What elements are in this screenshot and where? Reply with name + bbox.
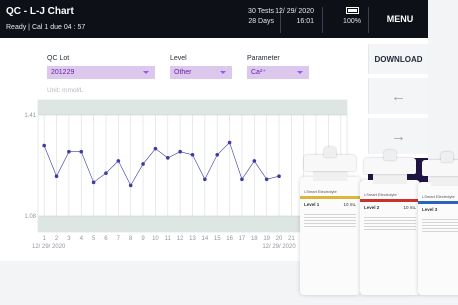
data-point	[227, 140, 232, 145]
upper-limit-band	[38, 100, 347, 115]
bottle-cap	[304, 155, 356, 171]
bottle-fine-print	[304, 214, 356, 228]
x-tick-label: 20	[276, 236, 283, 242]
data-point	[42, 143, 46, 148]
download-button[interactable]: DOWNLOAD	[368, 44, 428, 74]
x-end-date: 12/ 29/ 2020	[262, 244, 296, 250]
x-tick-label: 8	[129, 236, 133, 242]
x-tick-label: 1	[43, 236, 47, 242]
x-tick-label: 15	[214, 236, 221, 242]
control-bottle: i-Smart Electrolyte Level 2 10 mL	[360, 150, 420, 295]
x-tick-label: 13	[189, 236, 196, 242]
data-point	[178, 149, 182, 154]
x-tick-label: 21	[288, 236, 295, 242]
y-tick-label: 1.41	[24, 113, 36, 119]
data-point	[67, 149, 71, 154]
arrow-left-icon: ←	[391, 87, 406, 105]
x-tick-label: 6	[104, 236, 108, 242]
data-point	[141, 162, 145, 166]
bottle-stripe	[300, 196, 360, 199]
data-point	[79, 149, 84, 154]
bottle-volume: 10 mL	[403, 205, 416, 210]
data-point	[153, 146, 158, 151]
prev-page-button[interactable]: ←	[368, 78, 428, 114]
data-point	[190, 152, 195, 157]
x-tick-label: 9	[141, 236, 145, 242]
data-point	[240, 177, 244, 182]
data-point	[277, 174, 281, 179]
data-point	[215, 152, 220, 157]
bottle-body: i-Smart Electrolyte Level 1 10 mL	[300, 177, 360, 295]
x-tick-label: 14	[202, 236, 209, 242]
x-tick-label: 11	[165, 236, 172, 242]
bottle-fine-print	[422, 219, 458, 233]
data-point	[165, 156, 170, 160]
control-bottle: i-Smart ElectrolyteLevel 310 mL	[418, 152, 458, 295]
bottle-brand: i-Smart Electrolyte	[422, 194, 455, 199]
data-point	[264, 177, 269, 182]
y-tick-label: 1.08	[24, 214, 36, 220]
bottle-level: Level 1	[304, 202, 320, 207]
bottle-cap	[364, 158, 416, 174]
data-point	[104, 171, 108, 175]
x-tick-label: 12	[177, 236, 184, 242]
bottle-cap	[422, 160, 458, 176]
next-page-button[interactable]: →	[368, 118, 428, 154]
x-start-date: 12/ 29/ 2020	[32, 244, 66, 250]
bottle-body: i-Smart ElectrolyteLevel 310 mL	[418, 182, 458, 295]
bottle-volume: 10 mL	[343, 202, 356, 207]
data-point	[203, 177, 207, 182]
x-tick-label: 7	[117, 236, 121, 242]
data-point	[128, 183, 133, 188]
bottle-level: Level 2	[364, 205, 380, 210]
bottle-stripe	[418, 201, 458, 204]
data-point	[252, 159, 257, 163]
bottle-brand: i-Smart Electrolyte	[364, 192, 397, 197]
x-tick-label: 4	[80, 236, 84, 242]
bottle-stripe	[360, 199, 420, 202]
menu-button[interactable]: MENU	[372, 0, 428, 38]
x-tick-label: 18	[251, 236, 258, 242]
control-bottle: i-Smart Electrolyte Level 1 10 mL	[300, 147, 360, 295]
bottle-nozzle	[383, 150, 397, 160]
x-tick-label: 10	[152, 236, 159, 242]
bottle-nozzle	[323, 147, 337, 157]
header-divider	[368, 7, 369, 33]
bottle-level: Level 3	[422, 207, 438, 212]
x-tick-label: 3	[67, 236, 71, 242]
x-tick-label: 2	[55, 236, 59, 242]
bottle-body: i-Smart Electrolyte Level 2 10 mL	[360, 180, 420, 295]
data-point	[116, 159, 121, 163]
bottle-brand: i-Smart Electrolyte	[304, 189, 337, 194]
x-tick-label: 19	[263, 236, 270, 242]
x-tick-label: 5	[92, 236, 96, 242]
bottle-fine-print	[364, 217, 416, 231]
x-tick-label: 17	[239, 236, 246, 242]
x-tick-label: 16	[226, 236, 233, 242]
data-point	[91, 180, 96, 185]
data-point	[54, 174, 59, 179]
arrow-right-icon: →	[391, 127, 406, 145]
bottle-nozzle	[441, 152, 453, 162]
